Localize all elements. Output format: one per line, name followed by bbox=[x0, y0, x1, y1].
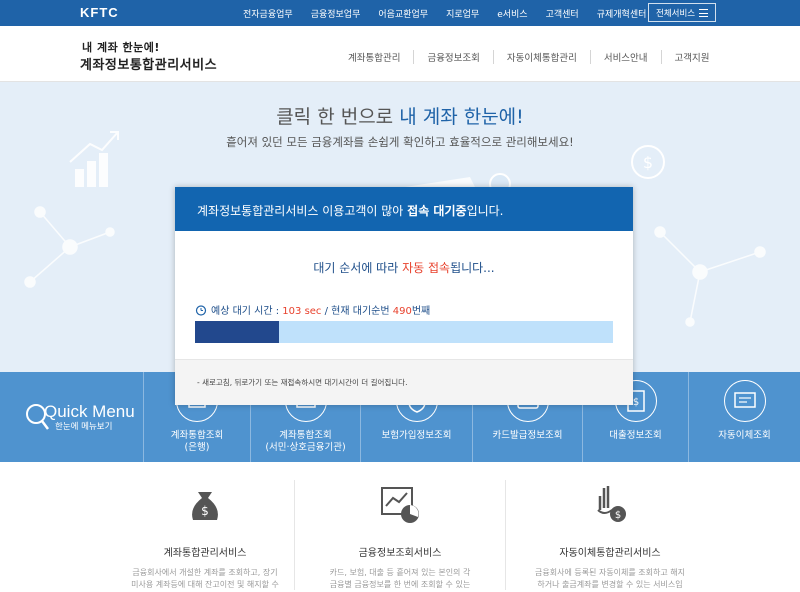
wait-highlight: 자동 접속 bbox=[402, 261, 451, 275]
quick-item-autotransfer[interactable]: 자동이체조회 bbox=[688, 372, 800, 462]
service-description: 금융회사에 등록된 자동이체를 조회하고 해지하거나 출금계좌를 변경할 수 있… bbox=[535, 568, 686, 589]
quick-item-label: 계좌통합조회 (은행) bbox=[170, 430, 224, 453]
site-header: 내 계좌 한눈에! 계좌정보통합관리서비스 계좌통합관리 금융정보조회 자동이체… bbox=[0, 26, 800, 82]
quick-item-label: 계좌통합조회 (서민·상호금융기관) bbox=[265, 430, 346, 453]
top-nav-item[interactable]: 규제개혁센터 bbox=[597, 7, 647, 20]
quick-item-label: 자동이체조회 bbox=[718, 430, 771, 441]
waiting-queue-modal: 계좌정보통합관리서비스 이용고객이 많아 접속 대기중입니다. 대기 순서에 따… bbox=[175, 187, 633, 405]
main-menu-item[interactable]: 금융정보조회 bbox=[413, 50, 492, 64]
main-menu: 계좌통합관리 금융정보조회 자동이체통합관리 서비스안내 고객지원 bbox=[335, 50, 723, 64]
quick-item-label: 카드발급정보조회 bbox=[492, 430, 563, 441]
modal-header-suffix: 입니다. bbox=[466, 204, 504, 218]
queue-unit: 번째 bbox=[411, 306, 431, 317]
site-title[interactable]: 계좌정보통합관리서비스 bbox=[80, 54, 217, 73]
top-nav-item[interactable]: 전자금융업무 bbox=[243, 7, 293, 20]
quick-item-label: 대출정보조회 bbox=[609, 430, 662, 441]
estimated-wait: 예상 대기 시간 : 103 sec / 현재 대기순번 490번째 bbox=[195, 302, 430, 317]
service-account-management[interactable]: $ 계좌통합관리서비스 금융회사에서 개설한 계좌를 조회하고, 장기 미사용 … bbox=[100, 480, 310, 592]
money-bag-icon: $ bbox=[192, 492, 218, 520]
network-icon bbox=[654, 226, 766, 327]
service-title: 자동이체통합관리서비스 bbox=[559, 548, 661, 559]
modal-header: 계좌정보통합관리서비스 이용고객이 많아 접속 대기중입니다. bbox=[175, 187, 633, 231]
top-nav-item[interactable]: 고객센터 bbox=[546, 7, 579, 20]
svg-text:$: $ bbox=[615, 510, 621, 521]
progress-bar bbox=[195, 321, 613, 343]
service-intro: $ 계좌통합관리서비스 금융회사에서 개설한 계좌를 조회하고, 장기 미사용 … bbox=[0, 462, 800, 592]
main-menu-item[interactable]: 서비스안내 bbox=[589, 50, 661, 64]
eta-label: 예상 대기 시간 : bbox=[211, 306, 283, 317]
hero-headline-highlight: 내 계좌 한눈에! bbox=[399, 106, 524, 128]
hero-headline: 클릭 한 번으로 내 계좌 한눈에! bbox=[0, 102, 800, 129]
queue-number: 490 bbox=[392, 306, 412, 317]
modal-header-bold: 접속 대기중 bbox=[407, 204, 467, 218]
top-nav-item[interactable]: e서비스 bbox=[497, 7, 527, 20]
auto-connect-message: 대기 순서에 따라 자동 접속됩니다... bbox=[175, 259, 633, 276]
touch-coin-icon: $ bbox=[597, 486, 626, 522]
report-chart-icon bbox=[381, 487, 419, 523]
site-tagline: 내 계좌 한눈에! bbox=[82, 41, 160, 54]
quick-menu-title: Quick Menu bbox=[44, 402, 135, 421]
top-bar: KFTC 전자금융업무 금융정보업무 어음교환업무 지로업무 e서비스 고객센터… bbox=[0, 0, 800, 26]
modal-header-text: 계좌정보통합관리서비스 이용고객이 많아 bbox=[197, 204, 408, 218]
all-services-button[interactable]: 전체서비스 bbox=[648, 3, 716, 22]
service-title: 금융정보조회서비스 bbox=[358, 548, 442, 559]
network-icon bbox=[24, 206, 115, 288]
main-menu-item[interactable]: 자동이체통합관리 bbox=[492, 50, 590, 64]
service-financial-info[interactable]: 금융정보조회서비스 카드, 보험, 대출 등 흩어져 있는 본인의 각 금융별 … bbox=[295, 480, 505, 592]
service-description: 금융회사에서 개설한 계좌를 조회하고, 장기 미사용 계좌등에 대해 잔고이전… bbox=[131, 568, 279, 589]
refresh-warning: - 새로고침, 뒤로가기 또는 재접속하시면 대기시간이 더 길어집니다. bbox=[197, 378, 408, 387]
service-autotransfer-management[interactable]: $ 자동이체통합관리서비스 금융회사에 등록된 자동이체를 조회하고 해지하거나… bbox=[505, 480, 715, 592]
top-nav-item[interactable]: 지로업무 bbox=[446, 7, 479, 20]
eta-value: 103 sec bbox=[282, 306, 322, 317]
top-nav-item[interactable]: 어음교환업무 bbox=[378, 7, 428, 20]
main-menu-item[interactable]: 계좌통합관리 bbox=[335, 50, 413, 64]
clock-icon bbox=[195, 305, 207, 316]
dollar-icon: $ bbox=[631, 145, 665, 179]
wait-text: 대기 순서에 따라 bbox=[313, 261, 403, 275]
service-title: 계좌통합관리서비스 bbox=[163, 548, 247, 559]
hamburger-icon bbox=[699, 9, 708, 17]
top-nav: 전자금융업무 금융정보업무 어음교환업무 지로업무 e서비스 고객센터 규제개혁… bbox=[243, 7, 664, 20]
queue-label: / 현재 대기순번 bbox=[321, 306, 393, 317]
svg-text:$: $ bbox=[632, 397, 638, 408]
service-description: 카드, 보험, 대출 등 흩어져 있는 본인의 각 금융별 금융정보를 한 번에… bbox=[329, 568, 471, 589]
svg-text:$: $ bbox=[643, 153, 653, 172]
wait-suffix: 됩니다... bbox=[450, 261, 495, 275]
progress-bar-fill bbox=[195, 321, 279, 343]
modal-notice-box: - 새로고침, 뒤로가기 또는 재접속하시면 대기시간이 더 길어집니다. bbox=[175, 359, 633, 405]
main-menu-item[interactable]: 고객지원 bbox=[660, 50, 723, 64]
hero-subline: 흩어져 있던 모든 금융계좌를 손쉽게 확인하고 효율적으로 관리해보세요! bbox=[226, 135, 574, 149]
svg-text:$: $ bbox=[201, 504, 209, 518]
top-nav-item[interactable]: 금융정보업무 bbox=[311, 7, 361, 20]
hero-headline-text: 클릭 한 번으로 bbox=[276, 106, 400, 128]
all-services-label: 전체서비스 bbox=[656, 9, 696, 19]
transfer-icon bbox=[723, 380, 766, 422]
quick-menu-subtitle: 한눈에 메뉴보기 bbox=[55, 422, 113, 432]
kftc-logo[interactable]: KFTC bbox=[80, 5, 119, 20]
quick-item-label: 보험가입정보조회 bbox=[381, 430, 452, 441]
